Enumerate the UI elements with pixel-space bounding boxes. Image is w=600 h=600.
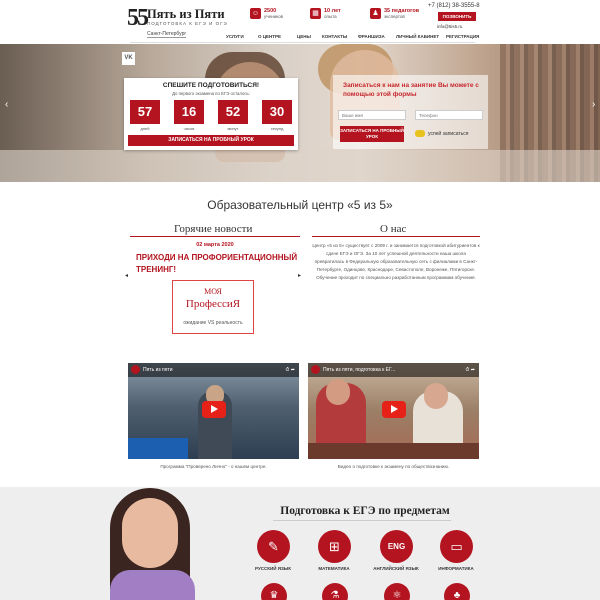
countdown-label: часов	[183, 126, 195, 131]
video-player[interactable]: Пять из пяти ⏱ ➦	[128, 363, 299, 459]
slider-next-arrow[interactable]: ›	[592, 100, 598, 110]
channel-logo-icon	[131, 365, 140, 374]
logo-subtitle: ПОДГОТОВКА К ЕГЭ И ОГЭ	[147, 21, 228, 26]
name-input[interactable]: Ваше имя	[338, 110, 406, 120]
news-card-line: МОЯ	[204, 287, 222, 296]
nav-item-contacts[interactable]: КОНТАКТЫ	[322, 34, 347, 39]
toggle-icon	[415, 130, 425, 137]
video-person-face	[326, 379, 350, 405]
channel-logo-icon	[311, 365, 320, 374]
countdown-days: 57	[130, 100, 160, 124]
calendar-icon: ▦	[310, 8, 321, 19]
city-selector[interactable]: Санкт-Петербург	[147, 31, 187, 38]
video-title[interactable]: Пять из пяти, подготовка к ЕГ...	[323, 367, 395, 373]
quick-signup[interactable]: успей записаться	[415, 130, 468, 137]
subject-math[interactable]: МАТЕМАТИКА	[304, 566, 364, 571]
subject-informatics[interactable]: ИНФОРМАТИКА	[426, 566, 486, 571]
share-icon[interactable]: ⏱ ➦	[286, 367, 295, 373]
countdown-subtitle: До первого экзамена по ЕГЭ осталось:	[172, 91, 250, 96]
about-heading: О нас	[380, 223, 407, 235]
nav-item-prices[interactable]: ЦЕНЫ	[297, 34, 311, 39]
share-icon[interactable]: ⏱ ➦	[466, 367, 475, 373]
countdown-label: секунд	[270, 126, 284, 131]
countdown-label: дней	[140, 126, 150, 131]
stat-teachers: 35 педагогов экспертов	[384, 8, 420, 19]
phone-number[interactable]: +7 (812) 38-3555-8	[428, 3, 480, 9]
nav-item-cabinet[interactable]: ЛИЧНЫЙ КАБИНЕТ	[396, 34, 439, 39]
logo-title[interactable]: Пять из Пяти	[147, 7, 225, 22]
countdown-seconds: 30	[262, 100, 292, 124]
stat-students: 2500 учеников	[264, 8, 284, 19]
play-icon[interactable]	[382, 401, 406, 418]
signup-form: Записаться к нам на занятие Вы можете с …	[333, 75, 488, 149]
news-heading: Горячие новости	[174, 223, 253, 235]
nav-item-services[interactable]: УСЛУГИ	[226, 34, 244, 39]
subjects-section	[0, 487, 600, 600]
nav-item-franchise[interactable]: ФРАНШИЗА	[358, 34, 385, 39]
countdown-box: СПЕШИТЕ ПОДГОТОВИТЬСЯ! До первого экзаме…	[124, 78, 298, 150]
slider-prev-arrow[interactable]: ‹	[5, 100, 11, 110]
email-link[interactable]: info@5is5.ru	[437, 24, 462, 29]
form-title: Записаться к нам на занятие Вы можете с …	[343, 82, 479, 98]
nav-divider	[130, 42, 475, 43]
trial-lesson-button[interactable]: ЗАПИСАТЬСЯ НА ПРОБНЫЙ УРОК	[128, 135, 294, 146]
eng-icon[interactable]: ENG	[380, 530, 413, 563]
stat-experience: 10 лет опыта	[324, 8, 341, 19]
about-text: Центр «5 из 5» существует с 2009 г. и за…	[312, 243, 480, 280]
subject-english[interactable]: АНГЛИЙСКИЙ ЯЗЫК	[366, 566, 426, 571]
form-submit-button[interactable]: ЗАПИСАТЬСЯ НА ПРОБНЫЙ УРОК	[340, 126, 404, 142]
subjects-title: Подготовка к ЕГЭ по предметам	[280, 505, 450, 517]
video-player[interactable]: Пять из пяти, подготовка к ЕГ... ⏱ ➦	[308, 363, 479, 459]
call-button[interactable]: ПОЗВОНИТЬ	[438, 12, 476, 21]
play-icon[interactable]	[202, 401, 226, 418]
phone-input[interactable]: Телефон	[415, 110, 483, 120]
monitor-icon[interactable]: ▭	[440, 530, 473, 563]
video-sign	[128, 438, 188, 459]
hero-table	[0, 150, 600, 182]
video-person-face	[424, 383, 448, 409]
video-table	[308, 443, 479, 459]
countdown-title: СПЕШИТЕ ПОДГОТОВИТЬСЯ!	[162, 82, 260, 89]
book-icon[interactable]: ✎	[257, 530, 290, 563]
abacus-icon[interactable]: ⊞	[318, 530, 351, 563]
news-headline[interactable]: ПРИХОДИ НА ПРОФОРИЕНТАЦИОННЫЙ ТРЕНИНГ!	[136, 252, 306, 276]
subjects-divider	[273, 520, 451, 521]
news-card-line: ПрофессиЯ	[185, 298, 241, 310]
model-body	[110, 570, 195, 600]
video-title[interactable]: Пять из пяти	[143, 367, 173, 373]
vk-icon[interactable]: VK	[122, 52, 135, 65]
nav-item-about[interactable]: О ЦЕНТРЕ	[258, 34, 281, 39]
video-caption: Программа "Проверено Лично" - о нашем це…	[160, 464, 267, 469]
news-image[interactable]: МОЯ ПрофессиЯ ожидание VS реальность	[172, 280, 254, 334]
news-prev-arrow[interactable]: ◂	[125, 272, 128, 279]
news-divider	[130, 236, 300, 237]
subject-russian[interactable]: РУССКИЙ ЯЗЫК	[243, 566, 303, 571]
students-icon: ☺	[250, 8, 261, 19]
teacher-icon: ♟	[370, 8, 381, 19]
logo-mark[interactable]: 55	[127, 5, 149, 32]
news-date: 02 марта 2020	[196, 242, 234, 248]
news-next-arrow[interactable]: ▸	[298, 272, 301, 279]
about-divider	[312, 236, 480, 237]
section-title: Образовательный центр «5 из 5»	[207, 198, 393, 212]
news-card-caption: ожидание VS реальность	[183, 320, 243, 326]
countdown-label: минут	[227, 126, 239, 131]
countdown-minutes: 52	[218, 100, 248, 124]
countdown-hours: 16	[174, 100, 204, 124]
video-caption: Видео о подготовке к экзамену по обществ…	[337, 464, 450, 469]
nav-item-register[interactable]: РЕГИСТРАЦИЯ	[446, 34, 479, 39]
